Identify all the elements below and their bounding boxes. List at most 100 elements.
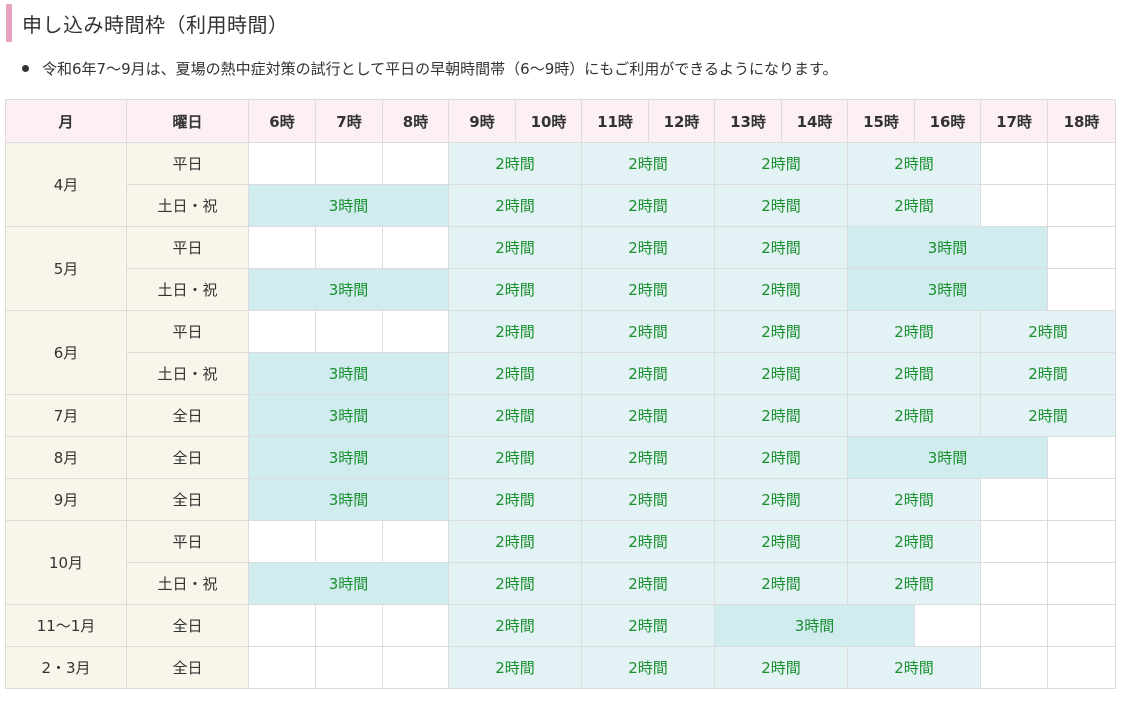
time-slot-cell: 2時間: [581, 142, 715, 185]
section-heading: 申し込み時間枠（利用時間）: [6, 4, 289, 42]
month-cell: 10月: [5, 520, 127, 605]
empty-slot-cell: [315, 142, 383, 185]
time-slot-cell: 2時間: [448, 184, 582, 227]
empty-slot-cell: [1047, 604, 1116, 647]
time-slot-cell: 2時間: [714, 478, 848, 521]
empty-slot-cell: [1047, 436, 1116, 479]
time-slot-cell: 2時間: [448, 520, 582, 563]
schedule-table: 月 曜日 6時 7時 8時 9時 10時 11時 12時 13時 14時 15時…: [5, 99, 1116, 689]
month-cell: 5月: [5, 226, 127, 311]
header-hour-15: 15時: [847, 99, 915, 143]
day-type-cell: 全日: [126, 646, 249, 689]
empty-slot-cell: [980, 646, 1048, 689]
notice-item: 令和6年7～9月は、夏場の熱中症対策の試行として平日の早朝時間帯（6～9時）にも…: [22, 56, 837, 80]
time-slot-cell: 2時間: [714, 646, 848, 689]
bullet-icon: [22, 64, 29, 72]
time-slot-cell: 2時間: [581, 436, 715, 479]
time-slot-cell: 3時間: [847, 268, 1048, 311]
time-slot-cell: 2時間: [448, 478, 582, 521]
time-slot-cell: 2時間: [847, 142, 981, 185]
time-slot-cell: 3時間: [248, 184, 449, 227]
empty-slot-cell: [382, 646, 449, 689]
table-row: 5月 平日 2時間 2時間 2時間 3時間: [5, 226, 1116, 311]
empty-slot-cell: [1047, 562, 1116, 605]
empty-slot-cell: [248, 604, 316, 647]
time-slot-cell: 2時間: [581, 268, 715, 311]
empty-slot-cell: [1047, 184, 1116, 227]
empty-slot-cell: [315, 646, 383, 689]
time-slot-cell: 2時間: [581, 478, 715, 521]
time-slot-cell: 2時間: [714, 562, 848, 605]
table-row: 土日・祝 3時間 2時間 2時間 2時間 2時間: [6, 184, 1116, 227]
time-slot-cell: 2時間: [847, 394, 981, 437]
time-slot-cell: 2時間: [980, 394, 1116, 437]
time-slot-cell: 3時間: [714, 604, 915, 647]
time-slot-cell: 2時間: [581, 646, 715, 689]
heading-title: 申し込み時間枠（利用時間）: [22, 12, 289, 37]
time-slot-cell: 3時間: [248, 478, 449, 521]
heading-accent-bar: [6, 4, 12, 42]
day-type-cell: 平日: [126, 226, 249, 269]
time-slot-cell: 2時間: [448, 646, 582, 689]
time-slot-cell: 2時間: [980, 352, 1116, 395]
table-row: 4月 平日 2時間 2時間 2時間 2時間: [5, 142, 1116, 227]
time-slot-cell: 2時間: [448, 352, 582, 395]
time-slot-cell: 2時間: [581, 184, 715, 227]
table-row: 2・3月 全日 2時間 2時間 2時間 2時間: [5, 646, 1116, 689]
time-slot-cell: 2時間: [980, 310, 1116, 353]
time-slot-cell: 2時間: [714, 184, 848, 227]
header-hour-12: 12時: [648, 99, 715, 143]
day-type-cell: 土日・祝: [126, 184, 249, 227]
time-slot-cell: 3時間: [847, 436, 1048, 479]
table-row: 7月 全日 3時間 2時間 2時間 2時間 2時間 2時間: [5, 394, 1116, 437]
header-hour-13: 13時: [714, 99, 782, 143]
empty-slot-cell: [1047, 478, 1116, 521]
empty-slot-cell: [980, 142, 1048, 185]
time-slot-cell: 2時間: [581, 226, 715, 269]
empty-slot-cell: [382, 226, 449, 269]
header-hour-16: 16時: [914, 99, 981, 143]
time-slot-cell: 2時間: [581, 310, 715, 353]
month-cell: 11～1月: [5, 604, 127, 647]
time-slot-cell: 2時間: [847, 562, 981, 605]
header-hour-18: 18時: [1047, 99, 1116, 143]
empty-slot-cell: [1047, 268, 1116, 311]
time-slot-cell: 2時間: [714, 310, 848, 353]
empty-slot-cell: [315, 520, 383, 563]
empty-slot-cell: [914, 604, 981, 647]
empty-slot-cell: [980, 478, 1048, 521]
empty-slot-cell: [248, 142, 316, 185]
header-day: 曜日: [126, 99, 249, 143]
empty-slot-cell: [382, 142, 449, 185]
header-hour-8: 8時: [382, 99, 449, 143]
empty-slot-cell: [1047, 142, 1116, 185]
day-type-cell: 土日・祝: [126, 268, 249, 311]
empty-slot-cell: [248, 646, 316, 689]
month-cell: 9月: [5, 478, 127, 521]
time-slot-cell: 2時間: [581, 604, 715, 647]
empty-slot-cell: [315, 226, 383, 269]
time-slot-cell: 3時間: [248, 352, 449, 395]
table-row: 8月 全日 3時間 2時間 2時間 2時間 3時間: [5, 436, 1116, 479]
day-type-cell: 全日: [126, 604, 249, 647]
time-slot-cell: 2時間: [448, 436, 582, 479]
header-hour-14: 14時: [781, 99, 848, 143]
time-slot-cell: 2時間: [448, 268, 582, 311]
empty-slot-cell: [980, 604, 1048, 647]
time-slot-cell: 3時間: [847, 226, 1048, 269]
month-cell: 8月: [5, 436, 127, 479]
day-type-cell: 全日: [126, 394, 249, 437]
day-type-cell: 平日: [126, 142, 249, 185]
empty-slot-cell: [248, 226, 316, 269]
empty-slot-cell: [980, 520, 1048, 563]
table-row: 土日・祝 3時間 2時間 2時間 2時間 3時間: [6, 268, 1116, 311]
day-type-cell: 全日: [126, 478, 249, 521]
table-row: 10月 平日 2時間 2時間 2時間 2時間: [5, 520, 1116, 605]
time-slot-cell: 2時間: [714, 436, 848, 479]
empty-slot-cell: [315, 604, 383, 647]
time-slot-cell: 2時間: [847, 478, 981, 521]
table-row: 9月 全日 3時間 2時間 2時間 2時間 2時間: [5, 478, 1116, 521]
empty-slot-cell: [1047, 646, 1116, 689]
empty-slot-cell: [248, 520, 316, 563]
month-cell: 7月: [5, 394, 127, 437]
